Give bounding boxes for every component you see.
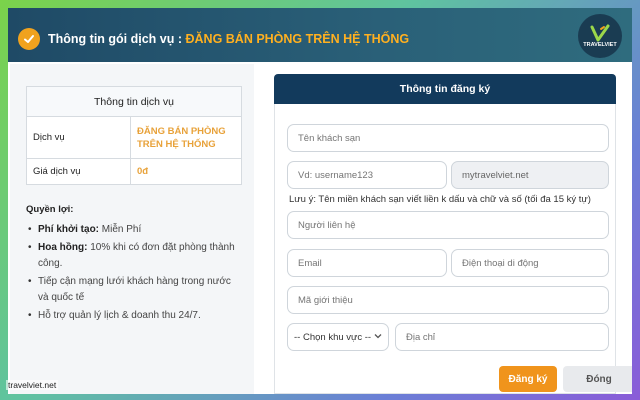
list-item: Phí khởi tạo: Miễn Phí xyxy=(28,222,242,238)
phone-input[interactable] xyxy=(462,250,608,276)
referral-field[interactable] xyxy=(287,286,609,314)
email-field[interactable] xyxy=(287,249,447,277)
region-select[interactable]: -- Chọn khu vực -- xyxy=(287,323,389,351)
service-info-heading: Thông tin dịch vụ xyxy=(26,86,242,117)
title-highlight: ĐĂNG BÁN PHÒNG TRÊN HỆ THỐNG xyxy=(185,32,410,46)
price-value: 0đ xyxy=(130,158,242,185)
register-button[interactable]: Đăng ký xyxy=(499,366,557,392)
chevron-down-icon xyxy=(374,334,382,339)
service-registration-modal: Thông tin gói dịch vụ : ĐĂNG BÁN PHÒNG T… xyxy=(8,8,632,394)
benefits-list: Phí khởi tạo: Miễn Phí Hoa hồng: 10% khi… xyxy=(28,222,242,326)
modal-title: Thông tin gói dịch vụ : ĐĂNG BÁN PHÒNG T… xyxy=(48,32,409,46)
registration-form: mytravelviet.net Lưu ý: Tên miền khách s… xyxy=(274,104,616,394)
service-label: Dịch vụ xyxy=(26,116,131,159)
phone-field[interactable] xyxy=(451,249,609,277)
service-info-table: Thông tin dịch vụ Dịch vụ ĐĂNG BÁN PHÒNG… xyxy=(26,86,242,185)
region-dropdown[interactable]: -- Chọn khu vực -- xyxy=(288,324,388,350)
check-icon xyxy=(18,28,40,50)
benefits-title: Quyền lợi: xyxy=(26,204,74,215)
registration-heading: Thông tin đăng ký xyxy=(274,74,616,104)
list-item: Hỗ trợ quản lý lịch & doanh thu 24/7. xyxy=(28,308,242,324)
table-row: Dịch vụ ĐĂNG BÁN PHÒNG TRÊN HỆ THỐNG xyxy=(26,116,242,159)
logo-mark-icon xyxy=(590,24,610,42)
list-item: Hoa hồng: 10% khi có đơn đặt phòng thành… xyxy=(28,240,242,272)
list-item: Tiếp cận mạng lưới khách hàng trong nước… xyxy=(28,274,242,306)
domain-suffix: mytravelviet.net xyxy=(462,169,529,181)
registration-panel: Thông tin đăng ký mytravelviet.net Lưu ý… xyxy=(274,74,616,394)
travelviet-logo: TRAVELVIET xyxy=(578,14,622,58)
contact-input[interactable] xyxy=(298,212,608,238)
domain-suffix-field: mytravelviet.net xyxy=(451,161,609,189)
service-info-panel: Thông tin dịch vụ Dịch vụ ĐĂNG BÁN PHÒNG… xyxy=(10,64,254,394)
contact-field[interactable] xyxy=(287,211,609,239)
email-input[interactable] xyxy=(298,250,446,276)
service-value: ĐĂNG BÁN PHÒNG TRÊN HỆ THỐNG xyxy=(130,116,242,159)
close-button[interactable]: Đóng xyxy=(563,366,632,392)
modal-header: Thông tin gói dịch vụ : ĐĂNG BÁN PHÒNG T… xyxy=(8,8,632,62)
hotel-name-input[interactable] xyxy=(298,125,608,151)
table-row: Giá dịch vụ 0đ xyxy=(26,158,242,185)
referral-input[interactable] xyxy=(298,287,608,313)
address-field[interactable] xyxy=(395,323,609,351)
brand-name: TRAVELVIET xyxy=(583,42,617,48)
domain-note: Lưu ý: Tên miền khách sạn viết liền k dấ… xyxy=(289,194,591,205)
hotel-name-field[interactable] xyxy=(287,124,609,152)
price-label: Giá dịch vụ xyxy=(26,158,131,185)
watermark: travelviet.net xyxy=(6,380,59,390)
username-input[interactable] xyxy=(298,162,446,188)
title-prefix: Thông tin gói dịch vụ : xyxy=(48,32,186,46)
address-input[interactable] xyxy=(406,324,608,350)
username-field[interactable] xyxy=(287,161,447,189)
